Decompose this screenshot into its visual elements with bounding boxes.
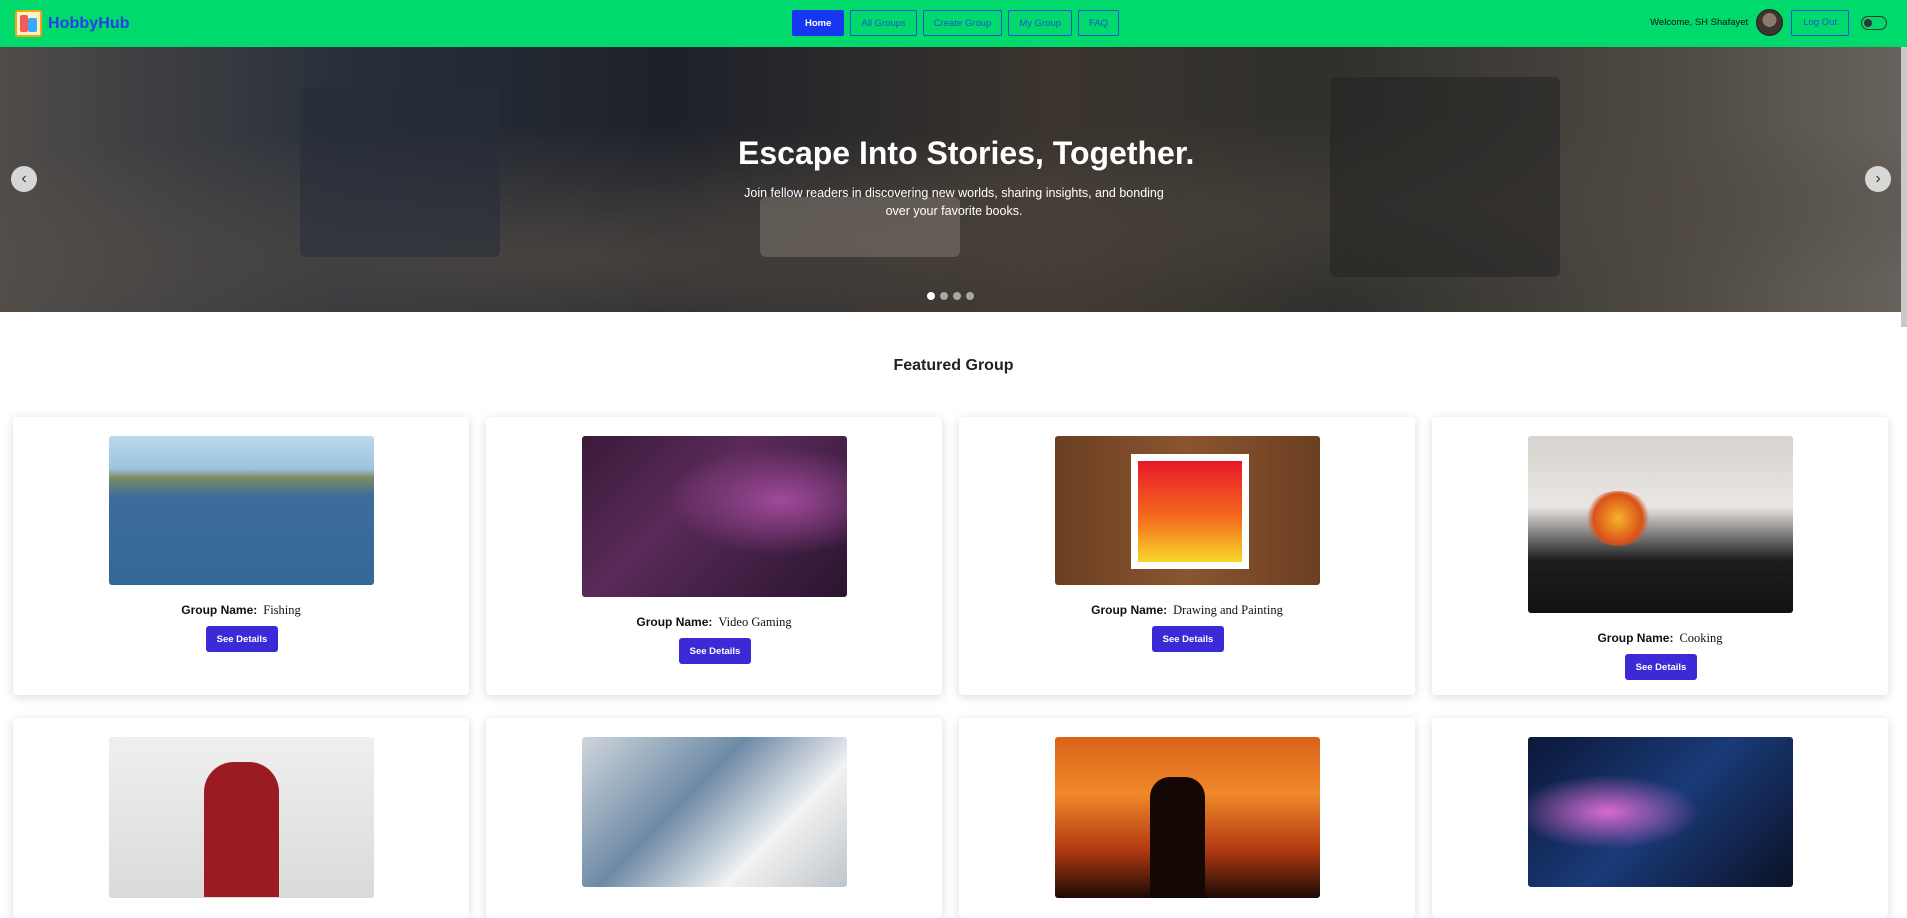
- flame-illustration: [1583, 491, 1653, 546]
- nav-user-area: Welcome, SH Shafayet Log Out: [1650, 9, 1887, 36]
- logout-button[interactable]: Log Out: [1791, 9, 1849, 36]
- hobbyhub-logo-icon: [15, 10, 42, 37]
- navbar: HobbyHub Home All Groups Create Group My…: [0, 0, 1907, 47]
- group-card: Group Name: Cooking See Details: [1432, 417, 1888, 695]
- group-card: [959, 718, 1415, 918]
- nav-faq[interactable]: FAQ: [1078, 10, 1120, 36]
- photography-image: [1055, 737, 1320, 898]
- nav-my-group[interactable]: My Group: [1008, 10, 1073, 36]
- page-scrollbar[interactable]: [1901, 47, 1907, 327]
- welcome-text: Welcome, SH Shafayet: [1650, 17, 1749, 28]
- reading-image: [109, 737, 374, 898]
- see-details-button[interactable]: See Details: [206, 626, 278, 652]
- featured-title: Featured Group: [893, 357, 1014, 374]
- carousel-prev-icon[interactable]: ‹: [11, 166, 37, 192]
- carousel-next-icon[interactable]: ›: [1865, 166, 1891, 192]
- carousel-dot-4[interactable]: [966, 292, 974, 300]
- canvas-frame: [1131, 454, 1249, 569]
- see-details-button[interactable]: See Details: [1152, 626, 1224, 652]
- see-details-button[interactable]: See Details: [679, 638, 751, 664]
- reader-illustration: [204, 762, 279, 897]
- group-name: Group Name: Fishing: [181, 603, 301, 617]
- nav-create-group[interactable]: Create Group: [922, 10, 1003, 36]
- gaming-image: [1528, 737, 1793, 887]
- theme-toggle[interactable]: [1861, 15, 1887, 30]
- avatar[interactable]: [1756, 9, 1784, 36]
- hero-title: Escape Into Stories, Together.: [738, 135, 1195, 171]
- see-details-button[interactable]: See Details: [1625, 654, 1697, 680]
- group-name: Group Name: Video Gaming: [636, 615, 792, 629]
- hero-subtitle: Join fellow readers in discovering new w…: [744, 186, 1164, 218]
- brand[interactable]: HobbyHub: [15, 10, 130, 37]
- group-card: [13, 718, 469, 918]
- fishing-image: [109, 436, 374, 585]
- painting-canvas: [1138, 461, 1242, 562]
- group-card: [486, 718, 942, 918]
- group-name: Group Name: Drawing and Painting: [1091, 603, 1283, 617]
- photographer-silhouette: [1150, 777, 1205, 898]
- hero-carousel: Escape Into Stories, Together. Join fell…: [0, 47, 1907, 312]
- nav-links: Home All Groups Create Group My Group FA…: [792, 10, 1120, 36]
- group-card: Group Name: Drawing and Painting See Deta…: [959, 417, 1415, 695]
- painting-image: [1055, 436, 1320, 585]
- hero-overlay: [0, 47, 1907, 312]
- nav-home[interactable]: Home: [792, 10, 845, 36]
- carousel-dot-3[interactable]: [953, 292, 961, 300]
- carousel-dot-2[interactable]: [940, 292, 948, 300]
- group-card: Group Name: Video Gaming See Details: [486, 417, 942, 695]
- group-card: Group Name: Fishing See Details: [13, 417, 469, 695]
- cooking-image: [1528, 436, 1793, 613]
- group-name: Group Name: Cooking: [1597, 631, 1723, 645]
- brand-name: HobbyHub: [48, 14, 130, 32]
- video-gaming-image: [582, 436, 847, 597]
- group-card: [1432, 718, 1888, 918]
- carousel-dot-1[interactable]: [927, 292, 935, 300]
- writing-image: [582, 737, 847, 887]
- carousel-dots: [927, 292, 974, 300]
- nav-all-groups[interactable]: All Groups: [850, 10, 917, 36]
